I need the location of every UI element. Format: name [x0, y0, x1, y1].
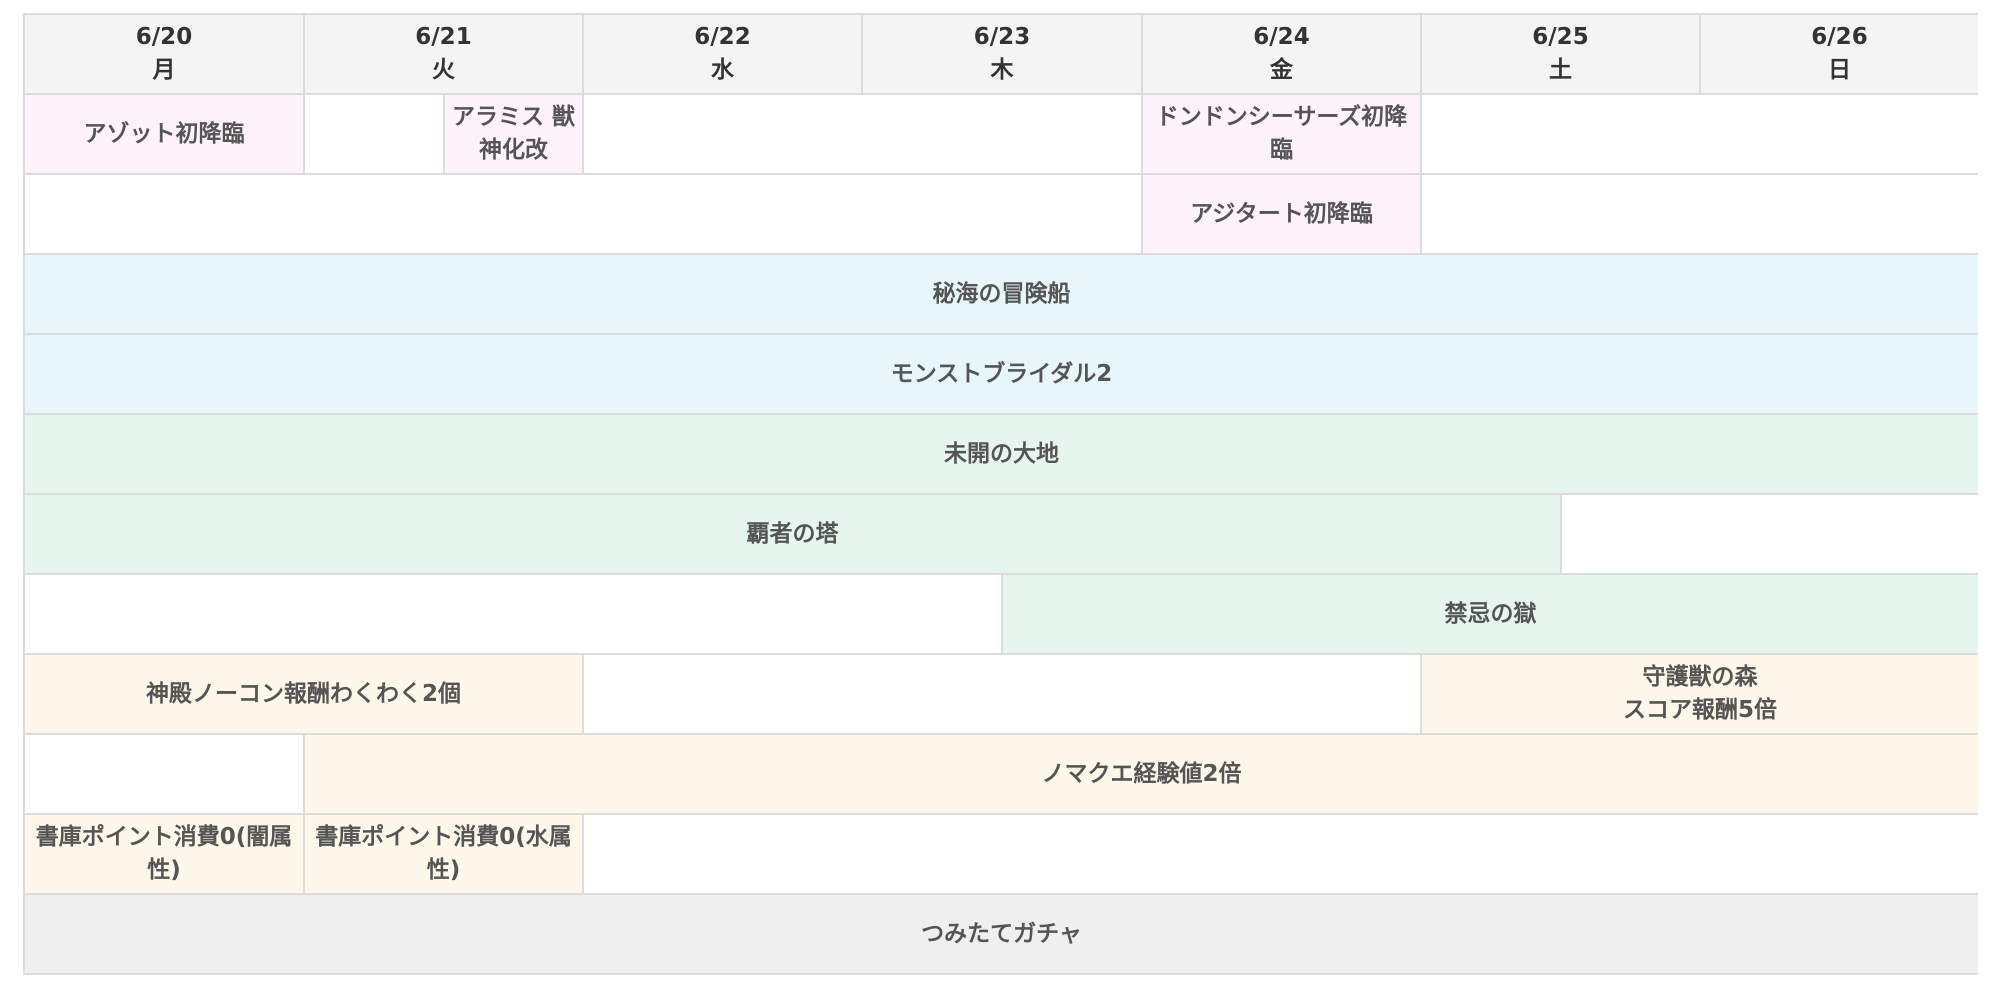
day-weekday: 木: [990, 57, 1014, 83]
day-date: 6/20: [135, 24, 193, 50]
event-bridal[interactable]: モンストブライダル2: [25, 335, 1978, 415]
day-weekday: 水: [711, 57, 734, 83]
event-azot[interactable]: アゾット初降臨: [25, 95, 305, 175]
event-label: ドンドンシーサーズ初降: [1155, 104, 1408, 130]
empty-cell: [25, 175, 1143, 255]
empty-cell: [25, 575, 1003, 655]
day-header-6-21: 6/21 火: [305, 15, 584, 95]
event-tsumitate[interactable]: つみたてガチャ: [25, 895, 1978, 973]
empty-cell: [305, 95, 445, 175]
event-label: ノマクエ経験値2倍: [1041, 760, 1242, 787]
day-weekday: 土: [1549, 57, 1572, 83]
empty-cell: [1562, 495, 1978, 575]
event-label: 書庫ポイント消費0(闇属: [35, 824, 293, 850]
event-label: 守護獣の森: [1642, 664, 1758, 690]
day-date: 6/24: [1253, 24, 1310, 50]
event-shoko-water[interactable]: 書庫ポイント消費0(水属 性): [305, 815, 584, 895]
event-label: アジタート初降臨: [1190, 200, 1373, 227]
event-hikai[interactable]: 秘海の冒険船: [25, 255, 1978, 335]
event-label: 禁忌の獄: [1444, 600, 1537, 627]
day-date: 6/22: [694, 24, 751, 50]
event-mikai[interactable]: 未開の大地: [25, 415, 1978, 495]
event-label: 神殿ノーコン報酬わくわく2個: [145, 680, 461, 707]
empty-cell: [584, 655, 1422, 735]
event-label: 性): [147, 857, 181, 883]
day-header-6-25: 6/25 土: [1422, 15, 1701, 95]
day-weekday: 日: [1828, 57, 1851, 83]
event-label: 書庫ポイント消費0(水属: [315, 824, 572, 850]
day-weekday: 月: [152, 57, 176, 83]
day-header-6-26: 6/26 日: [1701, 15, 1978, 95]
day-date: 6/21: [415, 24, 472, 50]
day-header-6-20: 6/20 月: [25, 15, 305, 95]
day-header-6-23: 6/23 木: [863, 15, 1143, 95]
day-weekday: 金: [1270, 57, 1293, 83]
event-label: 未開の大地: [944, 440, 1059, 467]
event-hasha[interactable]: 覇者の塔: [25, 495, 1562, 575]
day-weekday: 火: [432, 57, 455, 83]
event-shoko-dark[interactable]: 書庫ポイント消費0(闇属 性): [25, 815, 305, 895]
day-date: 6/26: [1811, 24, 1868, 50]
event-calendar: 6/20 月 6/21 火 6/22 水 6/23 木 6/24 金 6/25 …: [23, 13, 1978, 975]
event-label: 臨: [1270, 137, 1293, 163]
empty-cell: [25, 735, 305, 815]
event-kinki[interactable]: 禁忌の獄: [1003, 575, 1978, 655]
event-label: 神化改: [479, 137, 548, 163]
event-nomakue[interactable]: ノマクエ経験値2倍: [305, 735, 1978, 815]
empty-cell: [584, 95, 1143, 175]
event-label: 性): [426, 857, 461, 883]
day-header-6-24: 6/24 金: [1143, 15, 1422, 95]
empty-cell: [1422, 175, 1978, 255]
event-label: 覇者の塔: [746, 520, 839, 547]
day-header-6-22: 6/22 水: [584, 15, 863, 95]
event-aramis[interactable]: アラミス 獣 神化改: [445, 95, 584, 175]
event-label: アゾット初降臨: [83, 120, 245, 147]
event-azitart[interactable]: アジタート初降臨: [1143, 175, 1422, 255]
day-date: 6/25: [1532, 24, 1589, 50]
event-label: 秘海の冒険船: [932, 280, 1071, 307]
empty-cell: [584, 815, 1978, 895]
event-label: つみたてガチャ: [921, 920, 1082, 947]
event-label: モンストブライダル2: [890, 360, 1113, 387]
event-shinden[interactable]: 神殿ノーコン報酬わくわく2個: [25, 655, 584, 735]
empty-cell: [1422, 95, 1978, 175]
day-date: 6/23: [973, 24, 1031, 50]
event-label: スコア報酬5倍: [1622, 697, 1777, 723]
event-dondon[interactable]: ドンドンシーサーズ初降 臨: [1143, 95, 1422, 175]
event-shugo[interactable]: 守護獣の森 スコア報酬5倍: [1422, 655, 1978, 735]
event-label: アラミス 獣: [451, 104, 575, 130]
